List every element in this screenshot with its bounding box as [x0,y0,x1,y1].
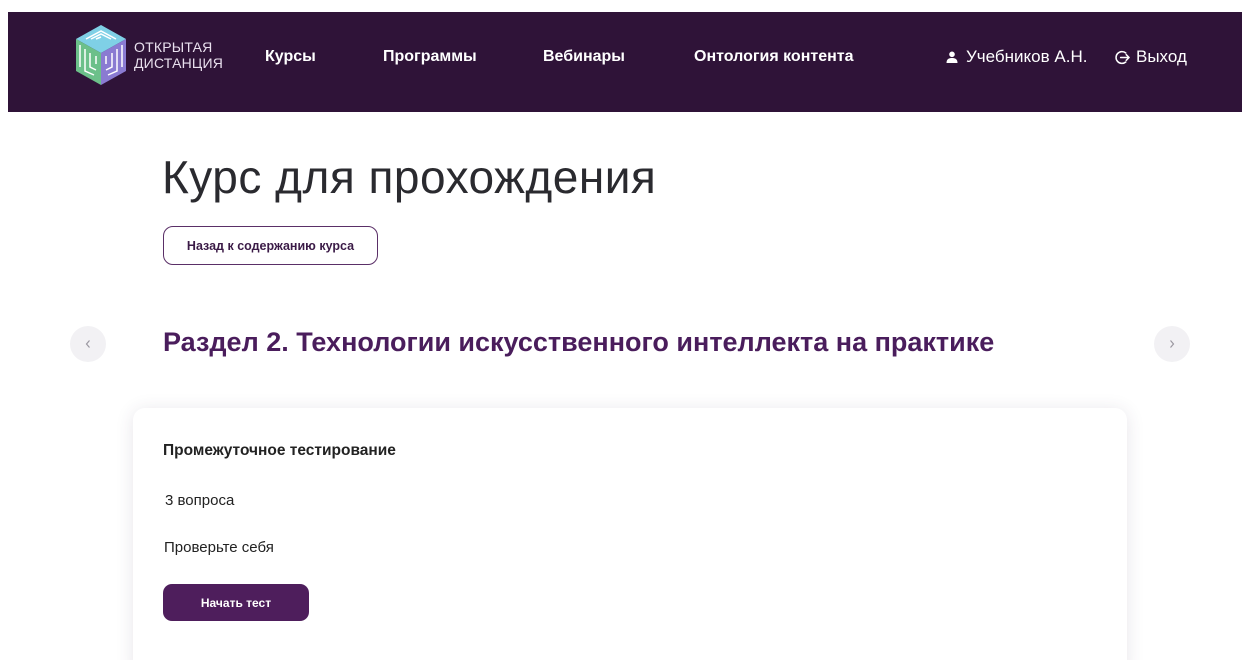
nav-programs[interactable]: Программы [383,48,477,66]
top-navigation-bar: Открытая дистанция Курсы Программы Вебин… [8,12,1242,112]
cube-logo-icon [76,25,126,85]
user-icon [946,51,958,63]
test-title: Промежуточное тестирование [163,442,396,459]
logout-icon [1115,50,1130,64]
logo-text: Открытая дистанция [134,39,223,71]
section-title: Раздел 2. Технологии искусственного инте… [163,327,995,357]
nav-webinars[interactable]: Вебинары [543,48,625,66]
nav-content-ontology[interactable]: Онтология контента [694,48,853,66]
next-section-button[interactable] [1154,326,1190,362]
site-logo[interactable]: Открытая дистанция [74,23,223,87]
previous-section-button[interactable] [70,326,106,362]
question-count: 3 вопроса [165,492,235,509]
user-name: Учебников А.Н. [966,47,1088,66]
test-card: Промежуточное тестирование 3 вопроса Про… [133,408,1127,660]
page-title: Курс для прохождения [162,151,657,203]
logo-text-line2: дистанция [134,55,224,71]
user-profile-link[interactable]: Учебников А.Н. [946,47,1087,67]
logo-text-line1: Открытая [134,39,213,55]
start-test-button[interactable]: Начать тест [163,584,309,621]
nav-courses[interactable]: Курсы [265,48,316,66]
back-to-contents-button[interactable]: Назад к содержанию курса [163,226,378,265]
logout-button[interactable]: Выход [1115,47,1187,67]
chevron-right-icon [1170,340,1175,348]
test-description: Проверьте себя [164,539,274,556]
chevron-left-icon [85,340,90,348]
logout-label: Выход [1136,47,1187,66]
